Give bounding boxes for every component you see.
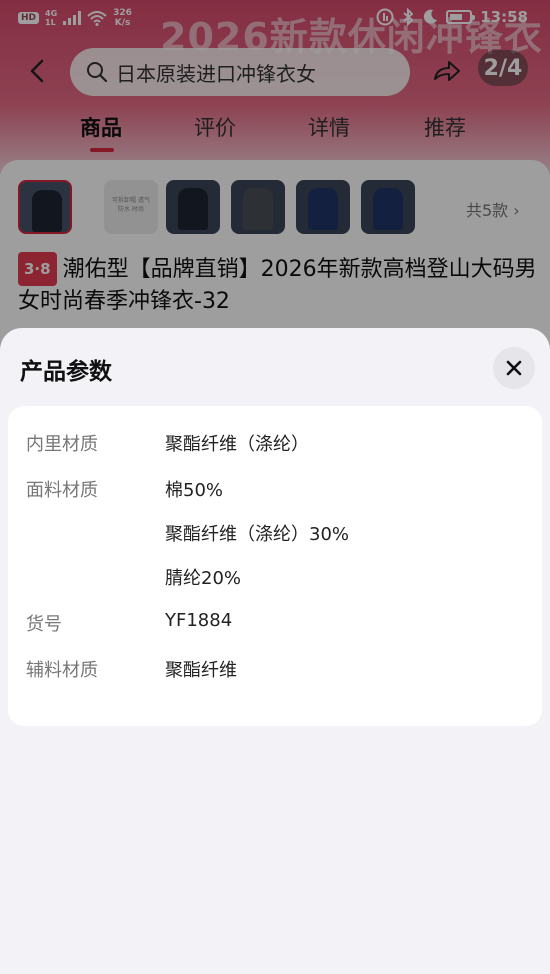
param-label: 辅料材质 [26, 660, 98, 681]
param-value: 聚酯纤维（涤纶） [165, 434, 309, 455]
param-value: 腈纶20% [165, 568, 242, 589]
param-value: 聚酯纤维（涤纶）30% [165, 524, 350, 545]
param-value: 聚酯纤维 [165, 660, 237, 681]
param-value: YF1884 [165, 610, 233, 631]
product-params-sheet: 产品参数 内里材质 聚酯纤维（涤纶） 面料材质 棉50% 聚酯纤维（涤纶）30%… [0, 328, 550, 974]
param-label: 内里材质 [26, 434, 98, 455]
close-button[interactable] [493, 347, 535, 389]
param-label: 货号 [26, 614, 62, 635]
sheet-title: 产品参数 [20, 359, 112, 385]
param-value: 棉50% [165, 480, 224, 501]
params-card: 内里材质 聚酯纤维（涤纶） 面料材质 棉50% 聚酯纤维（涤纶）30% 腈纶20… [8, 406, 542, 726]
param-label: 面料材质 [26, 480, 98, 501]
close-icon [506, 360, 522, 376]
